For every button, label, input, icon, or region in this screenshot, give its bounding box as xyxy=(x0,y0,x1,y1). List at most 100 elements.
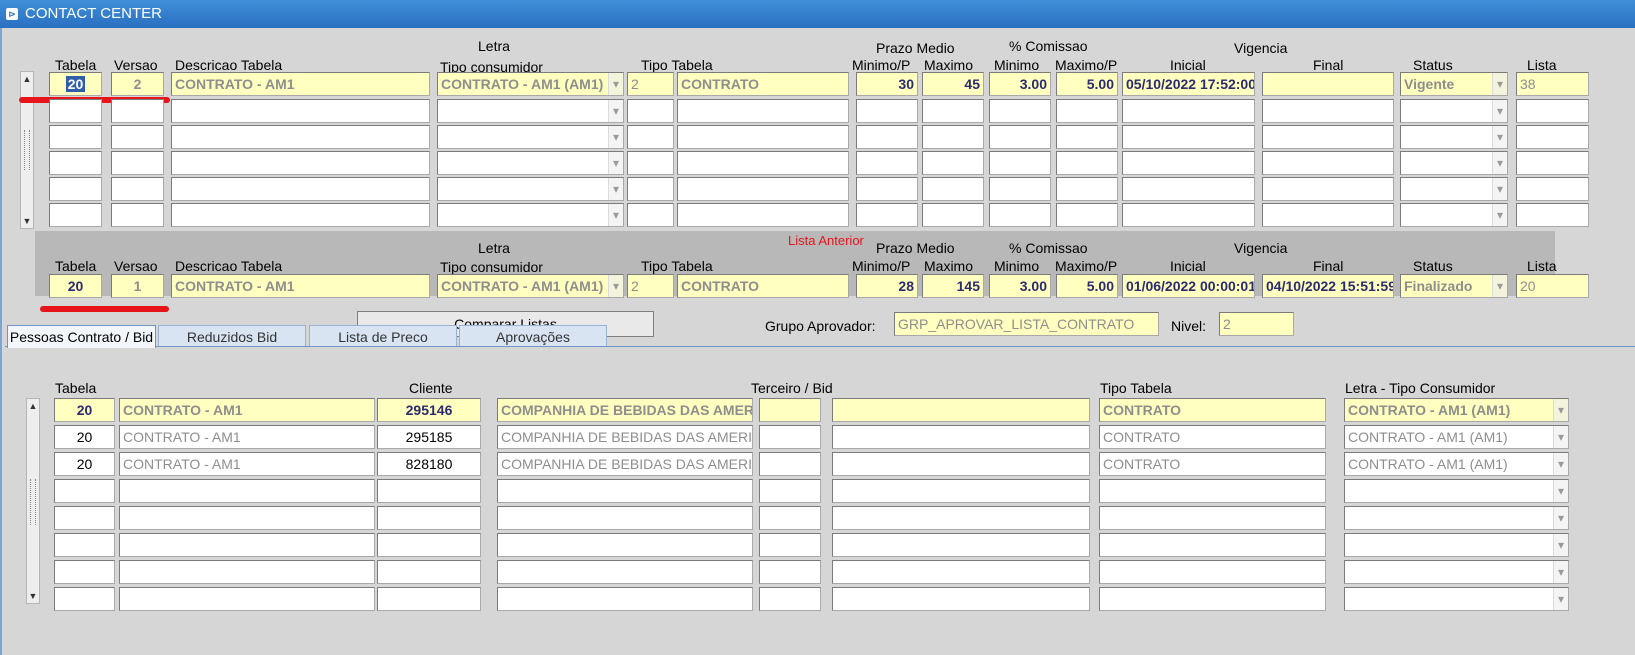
empty-field[interactable] xyxy=(759,587,821,611)
top-grid-scrollbar[interactable]: ▲ ▼ xyxy=(20,71,34,229)
empty-select[interactable] xyxy=(1344,587,1569,611)
empty-field[interactable] xyxy=(1122,125,1255,149)
current-tipo-tabela-field[interactable]: CONTRATO xyxy=(677,72,849,96)
empty-select[interactable] xyxy=(1344,506,1569,530)
empty-field[interactable] xyxy=(1516,203,1589,227)
empty-field[interactable] xyxy=(119,587,375,611)
empty-field[interactable] xyxy=(627,99,674,123)
empty-field[interactable] xyxy=(54,587,115,611)
empty-field[interactable] xyxy=(119,560,375,584)
current-comissao-min-field[interactable]: 3.00 xyxy=(989,72,1051,96)
previous-versao-field[interactable]: 1 xyxy=(111,274,164,298)
current-tipo-cod-field[interactable]: 2 xyxy=(627,72,674,96)
empty-field[interactable] xyxy=(627,125,674,149)
empty-field[interactable] xyxy=(677,177,849,201)
empty-field[interactable] xyxy=(922,203,984,227)
empty-select[interactable] xyxy=(437,177,624,201)
empty-field[interactable] xyxy=(119,506,375,530)
empty-field[interactable] xyxy=(377,560,481,584)
previous-prazo-max-field[interactable]: 145 xyxy=(922,274,984,298)
empty-field[interactable] xyxy=(171,99,430,123)
empty-field[interactable] xyxy=(677,99,849,123)
empty-field[interactable] xyxy=(677,151,849,175)
empty-field[interactable] xyxy=(1262,151,1394,175)
empty-field[interactable] xyxy=(922,151,984,175)
tab-aprovacoes[interactable]: Aprovações xyxy=(459,325,607,347)
empty-select[interactable] xyxy=(437,203,624,227)
empty-field[interactable] xyxy=(832,587,1090,611)
bottom-row-1-cliente[interactable]: 295146 xyxy=(377,398,481,422)
empty-field[interactable] xyxy=(497,587,753,611)
empty-field[interactable] xyxy=(1099,479,1326,503)
bottom-row-2-terceiro[interactable]: COMPANHIA DE BEBIDAS DAS AMERICAS xyxy=(497,425,753,449)
empty-field[interactable] xyxy=(119,533,375,557)
empty-field[interactable] xyxy=(171,151,430,175)
empty-field[interactable] xyxy=(1056,125,1118,149)
empty-field[interactable] xyxy=(832,479,1090,503)
empty-field[interactable] xyxy=(171,203,430,227)
empty-field[interactable] xyxy=(377,533,481,557)
empty-field[interactable] xyxy=(49,151,102,175)
empty-field[interactable] xyxy=(49,99,102,123)
bottom-row-1-empty[interactable] xyxy=(759,398,821,422)
empty-field[interactable] xyxy=(832,506,1090,530)
empty-field[interactable] xyxy=(1262,99,1394,123)
empty-field[interactable] xyxy=(377,506,481,530)
empty-field[interactable] xyxy=(832,560,1090,584)
bottom-row-3-empty[interactable] xyxy=(832,452,1090,476)
current-prazo-max-field[interactable]: 45 xyxy=(922,72,984,96)
empty-field[interactable] xyxy=(1516,125,1589,149)
empty-field[interactable] xyxy=(497,479,753,503)
tab-lista-de-preco[interactable]: Lista de Preco xyxy=(309,325,457,347)
tab-reduzidos-bid[interactable]: Reduzidos Bid xyxy=(158,325,306,347)
empty-field[interactable] xyxy=(54,533,115,557)
empty-select[interactable] xyxy=(1400,151,1508,175)
empty-field[interactable] xyxy=(119,479,375,503)
empty-field[interactable] xyxy=(111,151,164,175)
previous-tipo-cod-field[interactable]: 2 xyxy=(627,274,674,298)
empty-field[interactable] xyxy=(1122,99,1255,123)
empty-select[interactable] xyxy=(437,99,624,123)
empty-field[interactable] xyxy=(856,203,918,227)
empty-field[interactable] xyxy=(1516,177,1589,201)
bottom-row-1-descricao[interactable]: CONTRATO - AM1 xyxy=(119,398,375,422)
empty-select[interactable] xyxy=(437,125,624,149)
bottom-row-1-tipo-tabela[interactable]: CONTRATO xyxy=(1099,398,1326,422)
empty-field[interactable] xyxy=(1056,99,1118,123)
empty-field[interactable] xyxy=(1056,151,1118,175)
empty-field[interactable] xyxy=(677,125,849,149)
empty-field[interactable] xyxy=(1056,203,1118,227)
empty-field[interactable] xyxy=(1122,203,1255,227)
empty-field[interactable] xyxy=(171,125,430,149)
empty-select[interactable] xyxy=(1344,560,1569,584)
bottom-grid-scrollbar[interactable]: ▲ ▼ xyxy=(26,398,40,604)
previous-status-select[interactable]: Finalizado xyxy=(1400,274,1508,298)
empty-field[interactable] xyxy=(627,177,674,201)
scroll-up-icon[interactable]: ▲ xyxy=(21,72,33,86)
empty-field[interactable] xyxy=(1516,151,1589,175)
bottom-row-2-tipo-tabela[interactable]: CONTRATO xyxy=(1099,425,1326,449)
empty-field[interactable] xyxy=(54,479,115,503)
bottom-row-2-tabela[interactable]: 20 xyxy=(54,425,115,449)
empty-field[interactable] xyxy=(832,533,1090,557)
previous-descricao-field[interactable]: CONTRATO - AM1 xyxy=(171,274,430,298)
empty-field[interactable] xyxy=(497,533,753,557)
empty-field[interactable] xyxy=(759,533,821,557)
empty-field[interactable] xyxy=(627,203,674,227)
empty-field[interactable] xyxy=(1122,177,1255,201)
empty-select[interactable] xyxy=(1344,479,1569,503)
previous-prazo-min-field[interactable]: 28 xyxy=(856,274,918,298)
empty-field[interactable] xyxy=(989,99,1051,123)
empty-field[interactable] xyxy=(922,125,984,149)
empty-field[interactable] xyxy=(111,203,164,227)
previous-tabela-field[interactable]: 20 xyxy=(49,274,102,298)
bottom-row-3-tabela[interactable]: 20 xyxy=(54,452,115,476)
current-letra-tipo-select[interactable]: CONTRATO - AM1 (AM1) xyxy=(437,72,624,96)
bottom-row-2-descricao[interactable]: CONTRATO - AM1 xyxy=(119,425,375,449)
empty-field[interactable] xyxy=(989,125,1051,149)
empty-field[interactable] xyxy=(856,125,918,149)
previous-inicial-field[interactable]: 01/06/2022 00:00:01 xyxy=(1122,274,1255,298)
empty-field[interactable] xyxy=(759,479,821,503)
current-lista-field[interactable]: 38 xyxy=(1516,72,1589,96)
nivel-field[interactable]: 2 xyxy=(1219,312,1294,336)
